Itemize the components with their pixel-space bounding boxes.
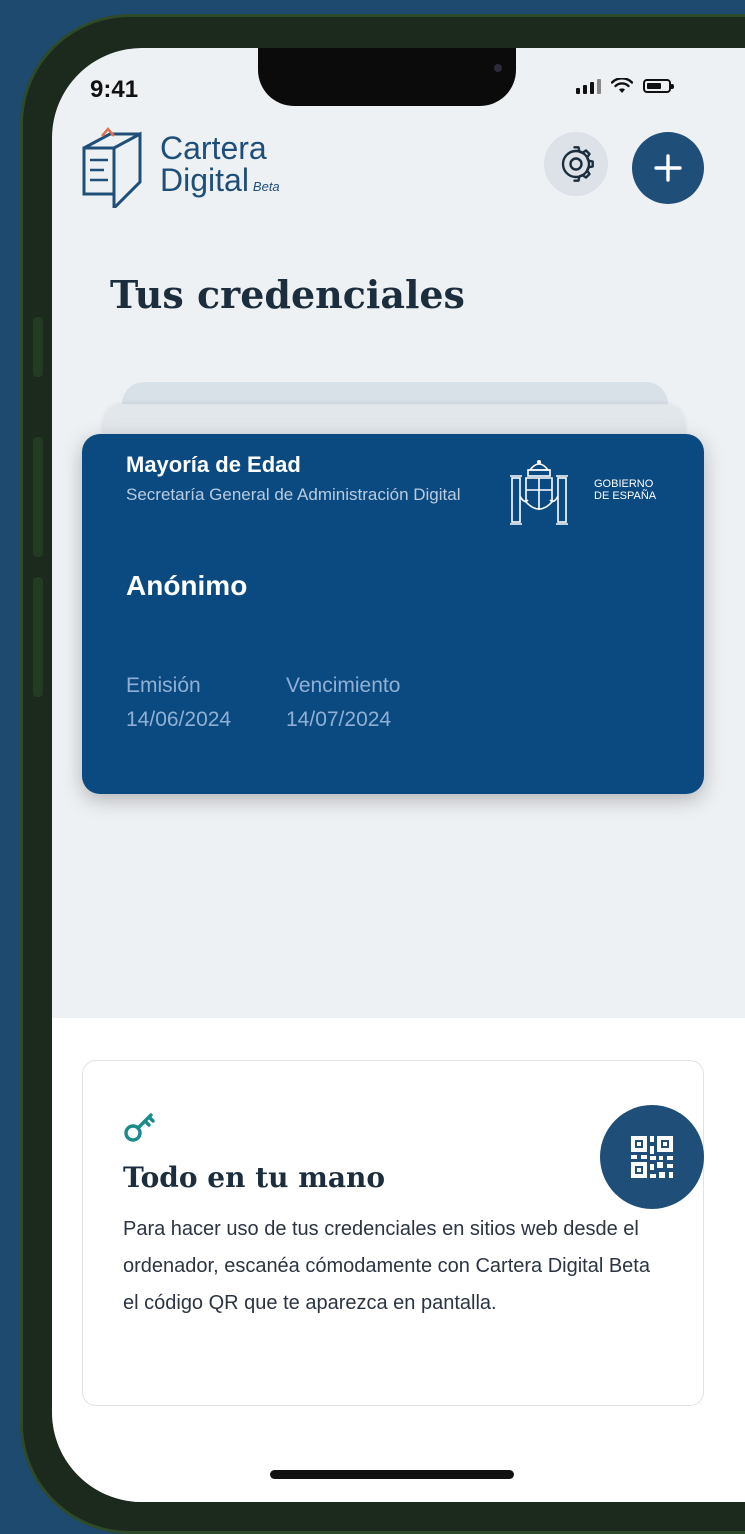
status-time: 9:41 [90,76,139,103]
gear-icon [561,146,594,182]
status-icons [576,78,674,94]
add-credential-button[interactable] [632,132,704,204]
credential-holder: Anónimo [126,570,248,601]
logo-text-digital-word: Digital [160,162,249,198]
credential-card[interactable]: Mayoría de Edad Secretaría General de Ad… [82,434,704,794]
info-title: Todo en tu mano [123,1161,386,1194]
volume-up-button [33,437,43,557]
app-screen: 9:41 Cartera Digital Beta Tus credencial… [52,48,745,1502]
plus-icon [654,154,682,182]
credential-issuer: Secretaría General de Administración Dig… [126,485,461,504]
info-card: Todo en tu mano Para hacer uso de tus cr… [82,1060,704,1406]
scan-qr-button[interactable] [600,1105,704,1209]
logo-text-digital: Digital Beta [160,162,280,199]
expiry-date-value: 14/07/2024 [286,708,392,731]
info-body: Para hacer uso de tus credenciales en si… [123,1218,650,1314]
page-title: Tus credenciales [110,272,465,317]
issue-date-value: 14/06/2024 [126,708,232,731]
gov-label-line2: DE ESPAÑA [594,490,657,502]
signal-icon [576,78,601,94]
notch [258,48,516,106]
wallet-logo-icon [82,127,142,208]
settings-button[interactable] [544,132,608,196]
mute-switch [33,317,43,377]
beta-badge: Beta [252,179,280,194]
app-logo: Cartera Digital Beta [78,124,318,214]
gov-label-line1: GOBIERNO [594,478,654,490]
wifi-icon [611,78,633,93]
volume-down-button [33,577,43,697]
front-camera [494,64,502,72]
home-indicator[interactable] [270,1470,514,1479]
issue-date-label: Emisión [126,674,201,697]
key-icon [124,1113,155,1142]
gov-label: GOBIERNO DE ESPAÑA [594,478,656,502]
expiry-date-label: Vencimiento [286,674,401,697]
spain-coat-of-arms-icon [510,460,568,525]
bottom-panel: Todo en tu mano Para hacer uso de tus cr… [52,1018,745,1502]
credential-type: Mayoría de Edad [126,452,301,477]
battery-icon [643,79,674,93]
qr-code-icon [631,1136,673,1178]
